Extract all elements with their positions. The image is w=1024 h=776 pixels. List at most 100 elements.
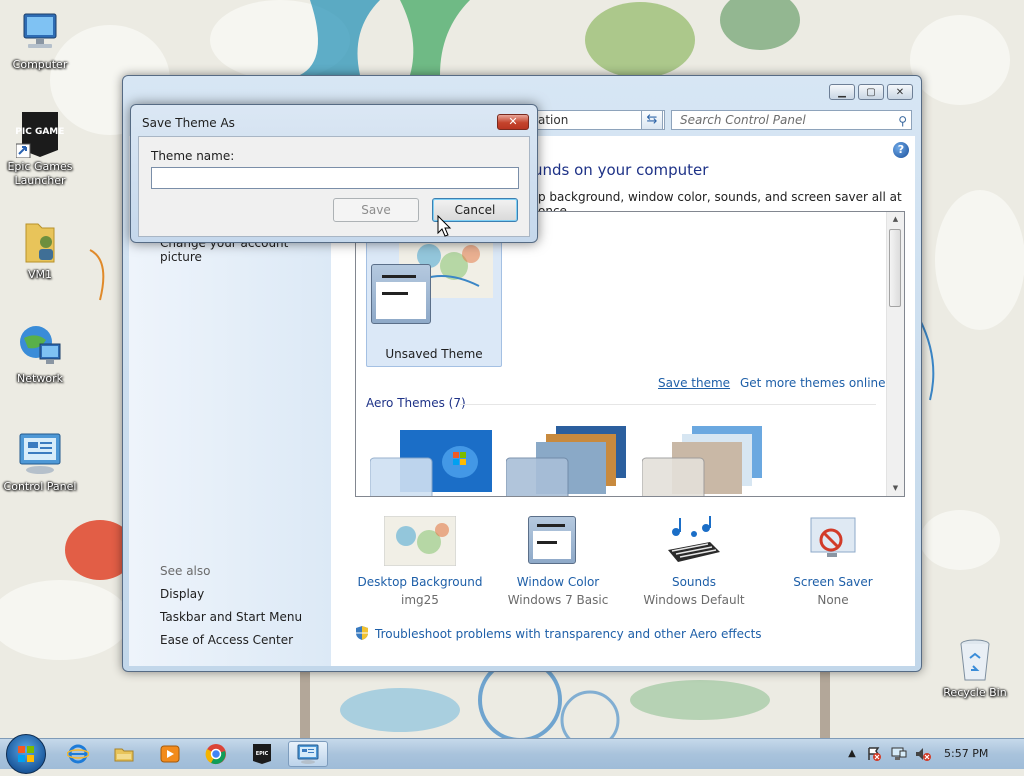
media-player-icon [160,745,180,763]
screen-saver-setting[interactable]: Screen Saver None [768,516,898,610]
scroll-up-icon[interactable]: ▲ [887,212,904,227]
aero-theme-architecture[interactable] [506,422,630,497]
ease-of-access-link[interactable]: Ease of Access Center [160,633,293,647]
troubleshoot-label: Troubleshoot problems with transparency … [375,627,762,641]
desktop-icon-label: Epic Games Launcher [7,160,73,187]
screen-saver-icon [797,516,869,566]
show-hidden-icons-button[interactable]: ▲ [845,747,859,761]
dialog-title: Save Theme As [142,116,235,130]
taskbar-windows-explorer[interactable] [104,741,144,767]
system-clock[interactable]: 5:57 PM [944,747,988,760]
taskbar-control-panel[interactable] [288,741,328,767]
maximize-icon: ▢ [866,86,876,98]
refresh-button[interactable]: ⇆ [641,110,663,130]
theme-list: Unsaved Theme Save theme Get more themes… [355,211,905,497]
unsaved-theme-label: Unsaved Theme [385,347,483,361]
control-panel-icon [297,744,319,764]
shield-icon [355,626,369,640]
refresh-icon: ⇆ [646,112,658,127]
help-icon[interactable]: ? [893,142,909,158]
taskbar-start-menu-link[interactable]: Taskbar and Start Menu [160,610,302,624]
close-button[interactable]: ✕ [887,84,913,100]
window-color-preview [371,264,431,324]
taskbar-chrome[interactable] [196,741,236,767]
wallpaper-icon [383,515,457,567]
desktop-background-setting[interactable]: Desktop Background img25 [355,515,485,610]
mouse-cursor-icon [437,215,452,237]
unsaved-theme-tile[interactable]: Unsaved Theme [366,227,502,367]
desktop-icon-label: Network [17,372,63,385]
epic-games-icon: EPIC GAMES [9,110,71,159]
desktop-icon-label: Recycle Bin [943,686,1007,699]
desktop-icon-label: VM1 [27,268,52,281]
desktop-icon-computer[interactable]: Computer [0,8,80,72]
save-theme-link[interactable]: Save theme [658,376,730,390]
chrome-icon [205,744,226,765]
close-icon: ✕ [895,86,905,98]
see-also-heading: See also [160,564,211,578]
setting-name: Sounds [671,575,717,589]
save-button[interactable]: Save [333,198,419,222]
divider [460,404,876,405]
aero-theme-windows7[interactable] [370,422,494,497]
user-folder-icon [16,218,64,266]
scroll-down-icon[interactable]: ▼ [887,481,904,496]
window-color-setting[interactable]: Window Color Windows 7 Basic [493,516,623,610]
setting-value: None [817,593,849,607]
windows-logo-icon [18,746,34,762]
sounds-setting[interactable]: Sounds Windows Default [629,516,759,610]
recycle-bin-icon [951,636,999,684]
control-panel-icon [16,430,64,478]
setting-value: Windows 7 Basic [507,593,609,607]
taskbar: EPIC ▲ 5:57 PM [0,734,1024,774]
network-icon [16,322,64,370]
network-status-icon[interactable] [891,747,907,761]
desktop-icon-label: Computer [12,58,68,71]
start-button[interactable] [6,734,46,774]
computer-icon [16,8,64,56]
desktop-icon-label: Control Panel [3,480,77,493]
aero-themes-heading: Aero Themes (7) [366,396,466,410]
maximize-button[interactable]: ▢ [858,84,884,100]
caption-buttons: ▁ ▢ ✕ [829,84,913,100]
taskbar-internet-explorer[interactable] [58,741,98,767]
minimize-button[interactable]: ▁ [829,84,855,100]
get-more-themes-link[interactable]: Get more themes online [740,376,886,390]
setting-value: img25 [401,593,439,607]
theme-name-field[interactable] [151,167,519,189]
theme-name-label: Theme name: [151,149,235,163]
dialog-body: Theme name: Save Cancel [138,136,530,237]
setting-name: Screen Saver [793,575,873,589]
desktop-icon-recycle-bin[interactable]: Recycle Bin [935,636,1015,700]
search-input[interactable]: Search Control Panel ⚲ [671,110,912,130]
setting-name: Window Color [516,575,600,589]
theme-list-scrollbar[interactable]: ▲ ▼ [886,212,904,496]
desktop-icon-epic-games[interactable]: EPIC GAMES Epic Games Launcher [0,110,80,188]
setting-value: Windows Default [643,593,745,607]
search-placeholder: Search Control Panel [680,113,806,127]
epic-logo-text: EPIC GAMES [16,127,64,137]
desktop-icon-control-panel[interactable]: Control Panel [0,430,80,494]
taskbar-epic-games[interactable]: EPIC [242,741,282,767]
troubleshoot-aero-link[interactable]: Troubleshoot problems with transparency … [355,626,762,641]
scrollbar-thumb[interactable] [889,229,901,307]
epic-taskbar-label: EPIC [256,751,269,757]
address-text: ation [538,113,569,127]
volume-muted-icon[interactable] [915,747,931,761]
dialog-close-button[interactable]: ✕ [497,114,529,130]
minimize-icon: ▁ [838,86,846,98]
window-color-icon [522,516,594,566]
action-center-icon[interactable] [867,747,881,761]
windows-explorer-icon [114,748,134,762]
page-title: unds on your computer [533,161,709,179]
desktop-icon-network[interactable]: Network [0,322,80,386]
sounds-icon [658,516,730,566]
epic-games-icon: EPIC [253,744,271,764]
internet-explorer-icon [67,744,89,764]
display-link[interactable]: Display [160,587,204,601]
desktop-icon-vm1[interactable]: VM1 [0,218,80,282]
search-icon[interactable]: ⚲ [898,112,907,130]
save-theme-dialog: Save Theme As ✕ Theme name: Save Cancel [130,104,538,243]
taskbar-media-player[interactable] [150,741,190,767]
aero-theme-characters[interactable] [642,422,766,497]
